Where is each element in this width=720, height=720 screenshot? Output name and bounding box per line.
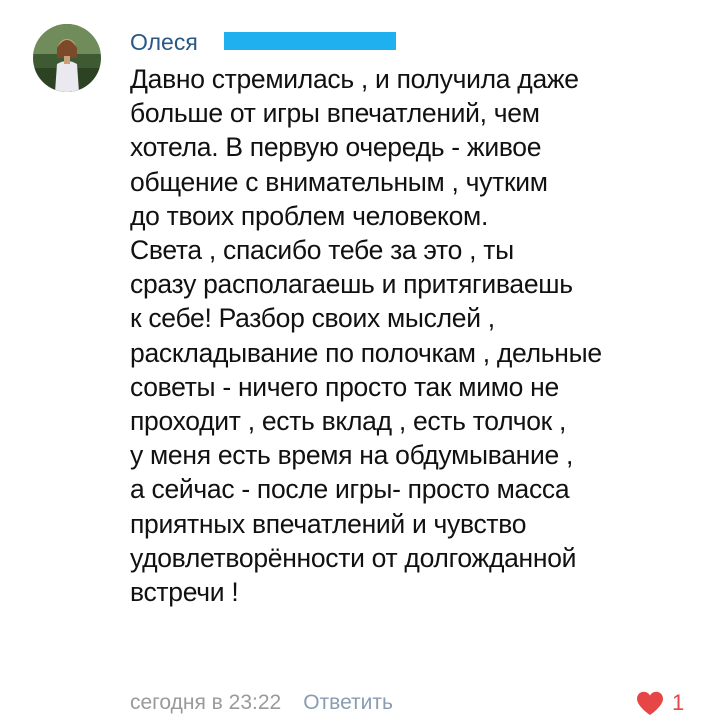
comment-text-line: встречи ! [130, 577, 239, 608]
redaction-bar [224, 32, 396, 50]
comment-text-line: советы - ничего просто так мимо не [130, 371, 559, 402]
comment-text-line: к себе! Разбор своих мыслей , [130, 303, 495, 334]
comment-text-line: удовлетворённости от долгожданной [130, 542, 577, 573]
comment-text-line: раскладывание по полочкам , дельные [130, 337, 602, 368]
comment-text-line: приятных впечатлений и чувство [130, 508, 527, 539]
comment-text: Давно стремилась , и получила даже больш… [130, 62, 710, 609]
comment-text-line: хотела. В первую очередь - живое [130, 132, 542, 163]
comment-text-line: больше от игры впечатлений, чем [130, 98, 540, 129]
comment-footer: сегодня в 23:22 Ответить [130, 688, 393, 718]
timestamp: сегодня в 23:22 [130, 691, 282, 714]
comment: Олеся Давно стремилась , и получила даже… [0, 0, 720, 720]
comment-text-line: общение с внимательным , чутким [130, 166, 548, 197]
reply-button[interactable]: Ответить [303, 691, 393, 714]
comment-text-line: сразу располагаешь и притягиваешь [130, 269, 573, 300]
avatar[interactable] [33, 24, 101, 92]
avatar-photo [33, 24, 101, 92]
comment-text-line: у меня есть время на обдумывание , [130, 440, 574, 471]
heart-icon [637, 691, 663, 715]
comment-text-line: до твоих проблем человеком. [130, 200, 489, 231]
comment-text-line: Света , спасибо тебе за это , ты [130, 235, 514, 266]
author-name-row: Олеся [130, 28, 198, 56]
comment-text-line: Давно стремилась , и получила даже [130, 64, 579, 94]
like-button[interactable]: 1 [636, 690, 684, 716]
comment-text-line: проходит , есть вклад , есть толчок , [130, 406, 567, 437]
comment-text-line: а сейчас - после игры- просто масса [130, 474, 570, 505]
author-name[interactable]: Олеся [130, 29, 198, 55]
like-count: 1 [672, 690, 685, 715]
